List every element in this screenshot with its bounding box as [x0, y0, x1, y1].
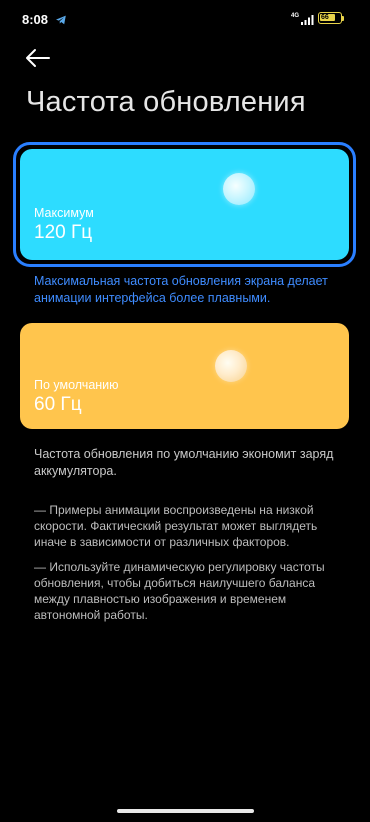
page-title: Частота обновления	[26, 86, 306, 118]
network-type: 4G	[291, 13, 300, 19]
status-bar: 8:08 4G 66	[0, 0, 370, 40]
option-max-label: Максимум	[34, 206, 94, 220]
signal-icon	[301, 15, 314, 25]
option-default-value: 60 Гц	[34, 394, 82, 415]
home-indicator[interactable]	[117, 809, 254, 813]
option-default-description: Частота обновления по умолчанию экономит…	[34, 447, 334, 478]
battery-cap	[342, 16, 344, 21]
arrow-left-icon	[26, 49, 50, 67]
note-dynamic-refresh: — Используйте динамическую регулировку ч…	[34, 560, 325, 622]
telegram-icon	[56, 15, 66, 25]
option-default-label: По умолчанию	[34, 378, 119, 392]
option-max-card[interactable]: Максимум 120 Гц	[20, 149, 349, 260]
animation-ball	[215, 350, 247, 382]
note-animation-speed: — Примеры анимации воспроизведены на низ…	[34, 503, 318, 549]
battery-icon: 66	[318, 12, 342, 24]
option-default-card[interactable]: По умолчанию 60 Гц	[20, 323, 349, 429]
status-time: 8:08	[22, 12, 49, 27]
option-max-value: 120 Гц	[34, 222, 93, 243]
animation-ball	[223, 173, 255, 205]
battery-level: 66	[321, 14, 329, 21]
back-button[interactable]	[22, 44, 54, 72]
option-max-description: Максимальная частота обновления экрана д…	[34, 274, 328, 305]
